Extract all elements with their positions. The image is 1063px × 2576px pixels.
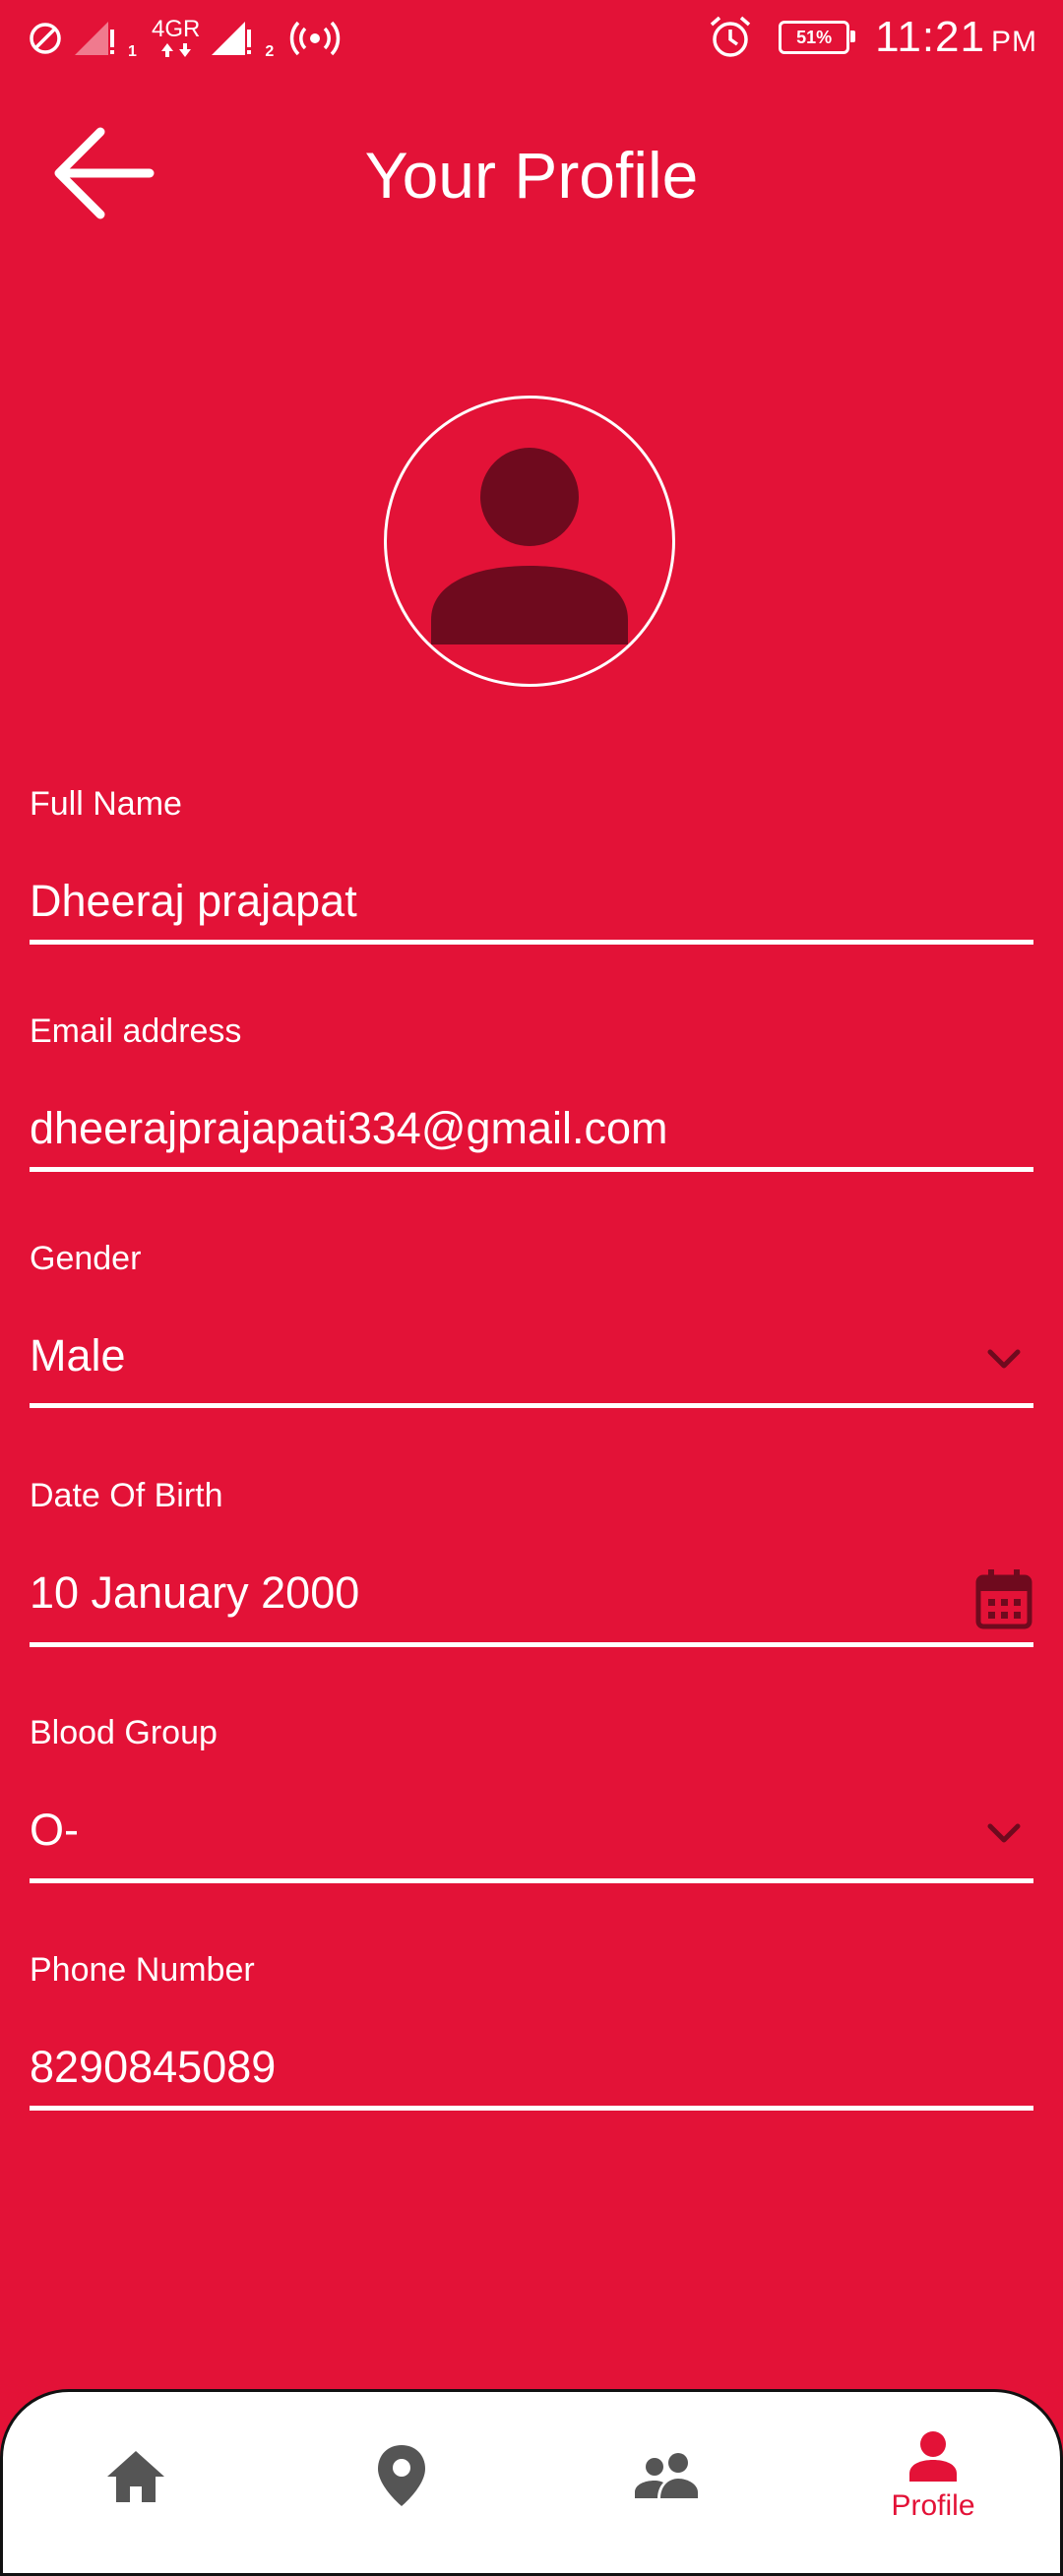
blood-group-underline	[30, 1878, 1033, 1883]
location-pin-icon	[378, 2445, 425, 2506]
blood-group-label: Blood Group	[30, 1714, 218, 1751]
sim2-indicator: 2	[265, 43, 275, 60]
status-icons-left: 1 4GR 2	[28, 14, 342, 63]
dob-label: Date Of Birth	[30, 1477, 223, 1514]
blood-group-field[interactable]: Blood Group O-	[30, 1714, 1033, 1886]
dob-field[interactable]: Date Of Birth 10 January 2000	[30, 1477, 1033, 1649]
full-name-input[interactable]: Dheeraj prajapat	[30, 876, 357, 927]
hotspot-icon	[290, 21, 341, 56]
avatar[interactable]	[384, 396, 675, 687]
status-icons-right: 51% 11:21 PM	[708, 10, 1037, 65]
full-name-field[interactable]: Full Name Dheeraj prajapat	[30, 785, 1033, 948]
phone-field[interactable]: Phone Number 8290845089	[30, 1951, 1033, 2114]
page-title: Your Profile	[364, 139, 699, 212]
people-icon	[635, 2453, 698, 2498]
chevron-down-icon[interactable]	[982, 1338, 1026, 1381]
sim1-indicator: 1	[128, 43, 137, 60]
battery-level: 51%	[796, 27, 833, 47]
person-icon	[909, 2431, 957, 2482]
gender-field[interactable]: Gender Male	[30, 1240, 1033, 1412]
clock: 11:21 PM	[875, 13, 1037, 62]
bottom-nav: Profile	[0, 2389, 1063, 2576]
do-not-disturb-icon	[30, 23, 61, 54]
clock-ampm: PM	[991, 26, 1037, 58]
full-name-underline	[30, 940, 1033, 945]
gender-select[interactable]: Male	[30, 1330, 126, 1381]
calendar-icon[interactable]	[974, 1567, 1033, 1630]
signal-sim2-icon	[212, 22, 252, 55]
dob-underline	[30, 1642, 1033, 1647]
phone-input[interactable]: 8290845089	[30, 2042, 276, 2093]
alarm-icon	[711, 16, 751, 57]
person-icon	[431, 448, 628, 644]
signal-sim1-icon	[75, 22, 114, 55]
clock-time: 11:21	[875, 13, 985, 61]
email-field[interactable]: Email address dheerajprajapati334@gmail.…	[30, 1012, 1033, 1175]
email-label: Email address	[30, 1012, 242, 1050]
chevron-down-icon[interactable]	[982, 1812, 1026, 1856]
gender-label: Gender	[30, 1240, 142, 1277]
dob-input[interactable]: 10 January 2000	[30, 1567, 359, 1619]
nav-label-profile: Profile	[891, 2489, 975, 2522]
gender-underline	[30, 1403, 1033, 1408]
nav-item-profile[interactable]: Profile	[835, 2392, 1032, 2559]
data-arrows-icon	[160, 43, 191, 57]
status-bar: 1 4GR 2 51% 11:21 PM	[0, 0, 1063, 79]
battery-indicator: 51%	[779, 21, 856, 54]
phone-label: Phone Number	[30, 1951, 255, 1989]
nav-item-people[interactable]	[569, 2392, 766, 2559]
phone-underline	[30, 2106, 1033, 2111]
network-type: 4GR	[152, 16, 201, 42]
email-underline	[30, 1167, 1033, 1172]
full-name-label: Full Name	[30, 785, 182, 823]
nav-item-location[interactable]	[303, 2392, 500, 2559]
nav-item-home[interactable]	[37, 2392, 234, 2559]
email-input[interactable]: dheerajprajapati334@gmail.com	[30, 1103, 668, 1154]
home-icon	[107, 2451, 164, 2502]
blood-group-select[interactable]: O-	[30, 1805, 79, 1856]
